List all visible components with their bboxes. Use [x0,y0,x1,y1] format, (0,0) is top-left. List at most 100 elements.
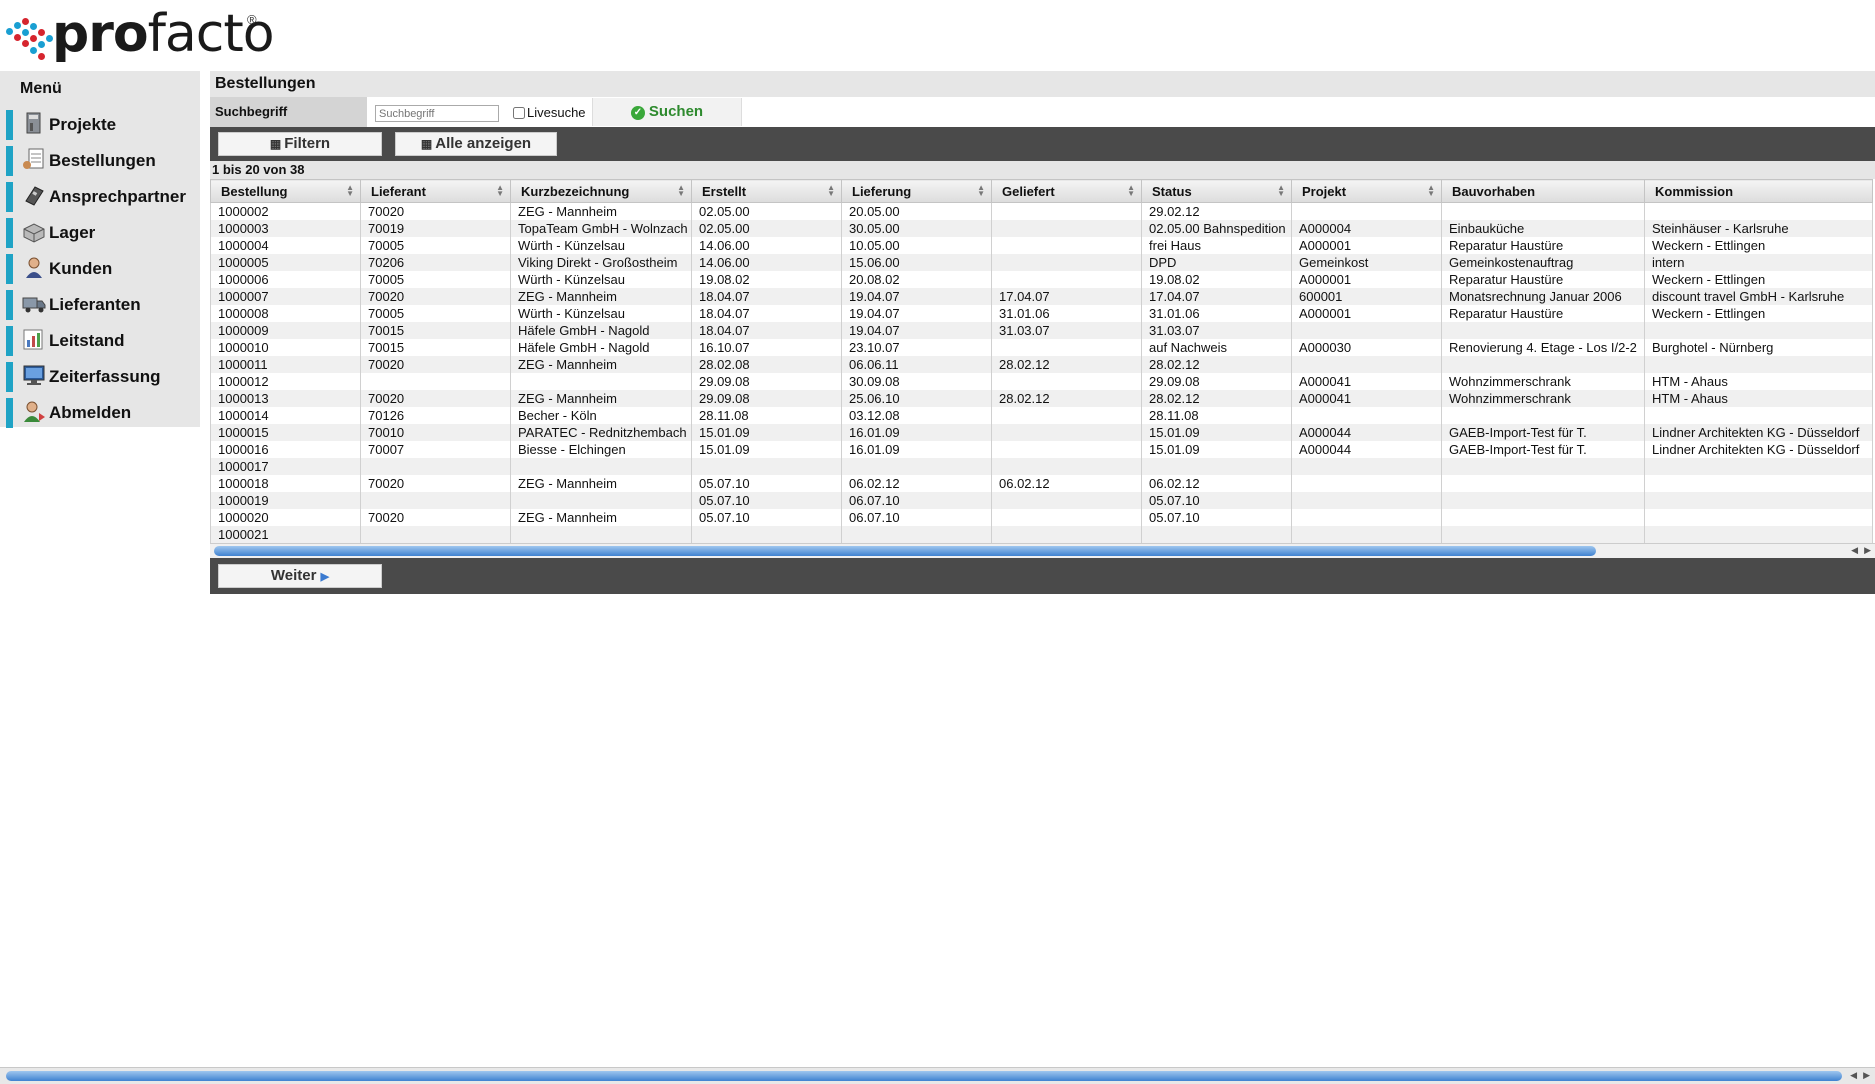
table-cell: 70020 [360,509,511,526]
sidebar-item-bestellungen[interactable]: Bestellungen [6,146,200,176]
column-header-geliefert[interactable]: Geliefert ▲ ▼ [991,179,1142,203]
logo-registered-mark: ® [247,12,257,27]
column-header-lieferung[interactable]: Lieferung ▲ ▼ [841,179,992,203]
sort-icon[interactable]: ▲ ▼ [496,184,504,198]
table-row[interactable]: 1000008 70005 Würth - Künzelsau 18.04.07 19.… [210,305,1873,322]
sort-icon[interactable]: ▲ ▼ [827,184,835,198]
table-cell: 1000007 [210,288,361,305]
table-row[interactable]: 1000018 70020 ZEG - Mannheim 05.07.10 06.02.… [210,475,1873,492]
table-cell: 28.02.12 [1141,390,1292,407]
column-header-bauvorhaben[interactable]: Bauvorhaben [1441,179,1645,203]
window-scroll-left-icon[interactable]: ◀ [1850,1070,1857,1081]
table-cell: 1000019 [210,492,361,509]
sidebar-item-kunden[interactable]: Kunden [6,254,200,284]
table-cell [1441,526,1645,543]
table-cell [360,526,511,543]
livesearch-checkbox[interactable] [513,107,525,119]
table-cell: 14.06.00 [691,254,842,271]
next-page-button[interactable]: Weiter ▶ [218,564,382,588]
logout-person-icon [24,401,45,422]
table-row[interactable]: 1000012 29.09.08 30.09.08 29.09.08 A000041 Wo… [210,373,1873,390]
menu-accent-bar [6,218,13,248]
column-header-kurzbezeichnung[interactable]: Kurzbezeichnung ▲ ▼ [510,179,692,203]
table-row[interactable]: 1000002 70020 ZEG - Mannheim 02.05.00 20.05.… [210,202,1873,220]
column-header-status[interactable]: Status ▲ ▼ [1141,179,1292,203]
column-header-projekt[interactable]: Projekt ▲ ▼ [1291,179,1442,203]
table-row[interactable]: 1000021 [210,526,1873,543]
column-header-erstellt[interactable]: Erstellt ▲ ▼ [691,179,842,203]
table-cell: 70015 [360,339,511,356]
column-header-lieferant[interactable]: Lieferant ▲ ▼ [360,179,511,203]
sidebar-item-lager[interactable]: Lager [6,218,200,248]
sidebar-item-label: Abmelden [49,403,132,422]
table-cell: 17.04.07 [1141,288,1292,305]
table-cell: 31.03.07 [1141,322,1292,339]
sidebar-item-label: Kunden [49,259,113,278]
table-cell: 29.02.12 [1141,202,1292,220]
table-cell [1644,356,1873,373]
scrollbar-thumb[interactable] [214,546,1596,556]
table-cell: 20.08.02 [841,271,992,288]
table-horizontal-scrollbar[interactable]: ◀ ▶ [210,543,1875,558]
table-cell: 14.06.00 [691,237,842,254]
table-row[interactable]: 1000003 70019 TopaTeam GmbH - Wolnzach 02.0… [210,220,1873,237]
column-header-kommission[interactable]: Kommission [1644,179,1873,203]
sidebar-item-lieferanten[interactable]: Lieferanten [6,290,200,320]
sort-icon[interactable]: ▲ ▼ [1127,184,1135,198]
person-icon [26,257,42,278]
window-scroll-right-icon[interactable]: ▶ [1863,1070,1870,1081]
table-row[interactable]: 1000009 70015 Häfele GmbH - Nagold 18.04.07… [210,322,1873,339]
sidebar-item-leitstand[interactable]: Leitstand [6,326,200,356]
table-cell: 19.04.07 [841,322,992,339]
table-cell: 70020 [360,202,511,220]
table-cell: 06.02.12 [1141,475,1292,492]
table-cell: 10.05.00 [841,237,992,254]
window-horizontal-scrollbar[interactable]: ◀ ▶ [0,1067,1875,1084]
search-button[interactable]: ✓ Suchen [592,98,742,126]
sort-icon[interactable]: ▲ ▼ [1277,184,1285,198]
table-cell: 19.08.02 [691,271,842,288]
table-row[interactable]: 1000006 70005 Würth - Künzelsau 19.08.02 20.… [210,271,1873,288]
table-cell [1441,322,1645,339]
table-cell: Reparatur Haustüre [1441,271,1645,288]
sidebar-item-ansprechpartner[interactable]: Ansprechpartner [6,182,200,212]
sort-icon[interactable]: ▲ ▼ [1427,184,1435,198]
column-header-label: Projekt [1302,183,1347,199]
menu-accent-bar [6,254,13,284]
table-cell: 70020 [360,288,511,305]
table-row[interactable]: 1000005 70206 Viking Direkt - Großostheim 1… [210,254,1873,271]
filter-button[interactable]: ▦ Filtern [218,132,382,156]
search-input[interactable] [375,105,499,122]
box-icon [23,223,45,243]
table-row[interactable]: 1000017 [210,458,1873,475]
table-row[interactable]: 1000013 70020 ZEG - Mannheim 29.09.08 25.06.… [210,390,1873,407]
table-row[interactable]: 1000011 70020 ZEG - Mannheim 28.02.08 06.06.… [210,356,1873,373]
table-row[interactable]: 1000020 70020 ZEG - Mannheim 05.07.10 06.07.… [210,509,1873,526]
table-row[interactable]: 1000014 70126 Becher - Köln 28.11.08 03.12.0… [210,407,1873,424]
table-cell: 23.10.07 [841,339,992,356]
sort-icon[interactable]: ▲ ▼ [677,184,685,198]
scroll-left-icon[interactable]: ◀ [1851,545,1858,556]
table-row[interactable]: 1000004 70005 Würth - Künzelsau 14.06.00 10.… [210,237,1873,254]
table-row[interactable]: 1000010 70015 Häfele GmbH - Nagold 16.10.07… [210,339,1873,356]
table-cell: Gemeinkost [1291,254,1442,271]
table-cell [1291,407,1442,424]
scroll-right-icon[interactable]: ▶ [1864,545,1871,556]
sort-icon[interactable]: ▲ ▼ [346,184,354,198]
table-row[interactable]: 1000019 05.07.10 06.07.10 05.07.10 [210,492,1873,509]
sidebar-item-zeiterfassung[interactable]: Zeiterfassung [6,362,200,392]
show-all-button[interactable]: ▦ Alle anzeigen [395,132,557,156]
table-cell: 06.07.10 [841,509,992,526]
window-scrollbar-thumb[interactable] [6,1071,1842,1081]
table-cell: 1000002 [210,202,361,220]
table-cell [1644,526,1873,543]
table-row[interactable]: 1000015 70010 PARATEC - Rednitzhembach 15.0… [210,424,1873,441]
column-header-bestellung[interactable]: Bestellung ▲ ▼ [210,179,361,203]
sidebar-item-label: Bestellungen [49,151,156,170]
sidebar-item-projekte[interactable]: Projekte [6,110,200,140]
table-row[interactable]: 1000007 70020 ZEG - Mannheim 18.04.07 19.04.… [210,288,1873,305]
table-row[interactable]: 1000016 70007 Biesse - Elchingen 15.01.09 16… [210,441,1873,458]
table-cell: ZEG - Mannheim [510,509,692,526]
sidebar-item-abmelden[interactable]: Abmelden [6,398,200,428]
sort-icon[interactable]: ▲ ▼ [977,184,985,198]
